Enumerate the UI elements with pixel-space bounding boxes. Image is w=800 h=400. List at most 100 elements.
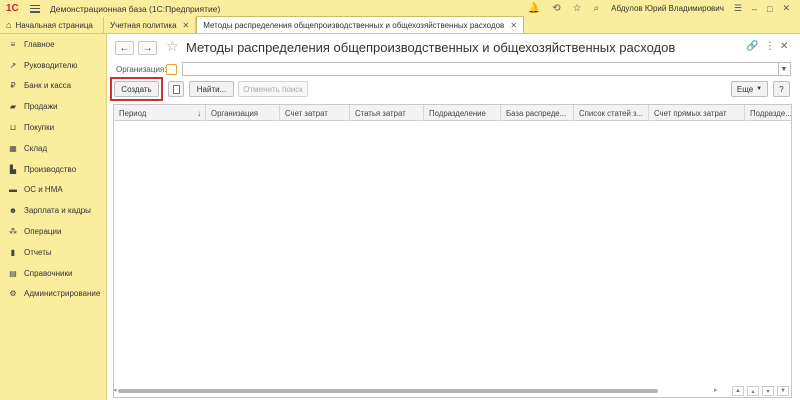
gear-icon: ⚙ bbox=[9, 289, 17, 299]
close-tab-icon[interactable]: ✕ bbox=[510, 21, 517, 30]
horizontal-scrollbar[interactable] bbox=[118, 389, 658, 393]
column-header[interactable]: Подразде... bbox=[745, 105, 791, 121]
more-button[interactable]: Еще ▼ bbox=[731, 81, 768, 97]
app-title: Демонстрационная база (1С:Предприятие) bbox=[50, 3, 221, 14]
warehouse-icon: ▦ bbox=[9, 143, 17, 153]
more-actions-icon[interactable]: ⋮ bbox=[765, 41, 775, 52]
tab-accounting-policy[interactable]: Учетная политика ✕ bbox=[104, 17, 197, 33]
sidebar-item-label: Администрирование bbox=[24, 289, 101, 299]
reports-icon: ▮ bbox=[10, 247, 16, 257]
copy-button[interactable] bbox=[168, 81, 184, 97]
column-header[interactable]: Подразделение bbox=[424, 105, 501, 121]
current-user[interactable]: Абдулов Юрий Владимирович bbox=[611, 4, 724, 13]
sidebar-item-label: Банк и касса bbox=[24, 81, 72, 91]
sidebar-item-admin[interactable]: ⚙ Администрирование bbox=[0, 284, 106, 305]
book-icon: ▤ bbox=[9, 268, 17, 278]
scroll-top-button[interactable]: ▲ bbox=[732, 386, 744, 396]
scroll-left-icon[interactable]: ◂ bbox=[114, 386, 117, 394]
find-button[interactable]: Найти... bbox=[189, 81, 234, 97]
help-button[interactable]: ? bbox=[773, 81, 790, 97]
arrow-right-icon: → bbox=[142, 42, 153, 54]
sidebar-item-label: Главное bbox=[24, 39, 55, 49]
favorites-star-icon[interactable]: ☆ bbox=[573, 0, 582, 17]
forward-button[interactable]: → bbox=[138, 41, 157, 55]
operations-icon: ⁂ bbox=[9, 227, 17, 237]
close-tab-icon[interactable]: ✕ bbox=[183, 21, 190, 30]
column-header[interactable]: Список статей з... bbox=[574, 105, 649, 121]
sidebar-item-salary[interactable]: ☻ Зарплата и кадры bbox=[0, 200, 106, 221]
scroll-right-icon[interactable]: ▸ bbox=[714, 386, 718, 394]
sales-icon: ▰ bbox=[9, 102, 17, 112]
sidebar-item-production[interactable]: ▙ Производство bbox=[0, 159, 106, 180]
sidebar-item-bank[interactable]: ₽ Банк и касса bbox=[0, 76, 106, 97]
link-icon[interactable]: 🔗 bbox=[746, 41, 758, 52]
sidebar-item-label: Продажи bbox=[24, 102, 58, 112]
app-logo: 1С bbox=[6, 3, 19, 14]
tab-home[interactable]: ⌂ Начальная страница bbox=[0, 17, 104, 33]
open-tabs-bar: ⌂ Начальная страница Учетная политика ✕ … bbox=[0, 16, 800, 34]
maximize-icon[interactable]: □ bbox=[767, 4, 772, 14]
sidebar-item-label: Производство bbox=[24, 164, 77, 174]
scroll-down-button[interactable]: ▾ bbox=[762, 386, 774, 396]
close-window-icon[interactable]: ✕ bbox=[782, 3, 790, 14]
sidebar-item-purchases[interactable]: ⊔ Покупки bbox=[0, 117, 106, 138]
sidebar-item-label: Покупки bbox=[24, 123, 55, 133]
sidebar-item-manager[interactable]: ↗ Руководителю bbox=[0, 55, 106, 76]
sidebar-item-label: Зарплата и кадры bbox=[24, 206, 91, 216]
sidebar-item-label: Справочники bbox=[24, 268, 73, 278]
settings-menu-icon[interactable]: ☰ bbox=[734, 3, 742, 14]
favorite-star-icon[interactable]: ☆ bbox=[166, 38, 179, 55]
title-bar: 1С Демонстрационная база (1С:Предприятие… bbox=[0, 0, 800, 17]
scroll-up-button[interactable]: ▴ bbox=[747, 386, 759, 396]
chevron-down-icon: ▼ bbox=[780, 65, 788, 73]
column-header[interactable]: Статья затрат bbox=[350, 105, 424, 121]
sort-down-icon: ↓ bbox=[197, 108, 201, 118]
sidebar-item-fixed-assets[interactable]: ▬ ОС и НМА bbox=[0, 180, 106, 201]
people-icon: ☻ bbox=[8, 206, 18, 216]
main-content: ← → ☆ Методы распределения общепроизводс… bbox=[108, 34, 800, 400]
table-header: Период ↓ Организация Счет затрат Статья з… bbox=[114, 105, 791, 121]
bank-icon: ₽ bbox=[10, 81, 16, 91]
trend-icon: ↗ bbox=[9, 60, 17, 70]
sidebar-item-label: Склад bbox=[24, 143, 48, 153]
minimize-icon[interactable]: – bbox=[752, 4, 757, 14]
sidebar-item-catalogs[interactable]: ▤ Справочники bbox=[0, 263, 106, 284]
sidebar-item-reports[interactable]: ▮ Отчеты bbox=[0, 242, 106, 263]
cancel-search-button[interactable]: Отменить поиск bbox=[238, 81, 308, 97]
create-button[interactable]: Создать bbox=[114, 81, 159, 97]
close-form-icon[interactable]: ✕ bbox=[780, 41, 788, 52]
tab-distribution-methods[interactable]: Методы распределения общепроизводственны… bbox=[196, 16, 525, 33]
column-header[interactable]: База распреде... bbox=[501, 105, 574, 121]
sidebar-item-label: Руководителю bbox=[24, 60, 78, 70]
records-table[interactable]: Период ↓ Организация Счет затрат Статья з… bbox=[113, 104, 792, 398]
home-icon: ⌂ bbox=[6, 20, 12, 30]
sidebar-item-main[interactable]: ≡ Главное bbox=[0, 34, 106, 55]
sidebar-item-sales[interactable]: ▰ Продажи bbox=[0, 96, 106, 117]
column-header[interactable]: Счет затрат bbox=[280, 105, 350, 121]
bell-icon[interactable]: 🔔 bbox=[528, 0, 540, 17]
page-title: Методы распределения общепроизводственны… bbox=[186, 40, 676, 55]
tab-label: Методы распределения общепроизводственны… bbox=[203, 20, 505, 30]
column-header[interactable]: Период ↓ bbox=[114, 105, 206, 121]
back-button[interactable]: ← bbox=[115, 41, 134, 55]
sidebar-item-label: Отчеты bbox=[24, 247, 52, 257]
column-header[interactable]: Организация bbox=[206, 105, 280, 121]
tab-home-label: Начальная страница bbox=[15, 20, 93, 30]
history-icon[interactable]: ⟲ bbox=[552, 0, 560, 17]
search-icon[interactable]: ⌕ bbox=[594, 0, 600, 17]
sections-sidebar: ≡ Главное ↗ Руководителю ₽ Банк и касса ▰ Пр… bbox=[0, 34, 107, 400]
sidebar-item-warehouse[interactable]: ▦ Склад bbox=[0, 138, 106, 159]
cart-icon: ⊔ bbox=[9, 123, 17, 133]
organization-dropdown-button[interactable]: ▼ bbox=[778, 62, 791, 76]
scroll-bottom-button[interactable]: ▼ bbox=[777, 386, 789, 396]
menu-icon: ≡ bbox=[10, 39, 16, 49]
truck-icon: ▬ bbox=[9, 185, 17, 195]
tab-label: Учетная политика bbox=[110, 20, 177, 30]
arrow-left-icon: ← bbox=[119, 42, 130, 54]
organization-filter-checkbox[interactable] bbox=[166, 64, 177, 75]
organization-input[interactable] bbox=[182, 62, 779, 76]
main-menu-icon[interactable] bbox=[30, 4, 40, 13]
chevron-down-icon: ▼ bbox=[756, 86, 763, 92]
column-header[interactable]: Счет прямых затрат bbox=[649, 105, 745, 121]
sidebar-item-operations[interactable]: ⁂ Операции bbox=[0, 221, 106, 242]
